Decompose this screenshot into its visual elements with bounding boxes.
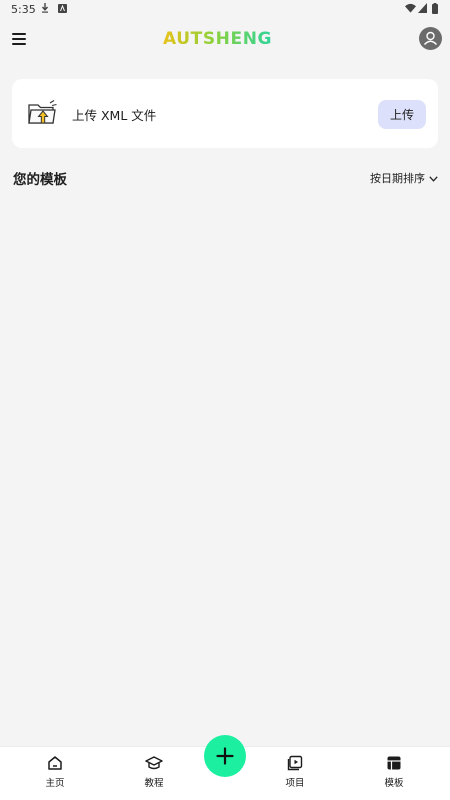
status-time: 5:35 <box>11 3 36 16</box>
nav-item-home[interactable]: 主页 <box>25 755 85 789</box>
folder-upload-icon <box>28 100 58 126</box>
nav-label-tutorials: 教程 <box>144 778 164 789</box>
wifi-icon <box>405 3 416 16</box>
template-icon <box>387 756 401 770</box>
add-new-button[interactable] <box>204 735 246 777</box>
signal-icon <box>418 3 427 16</box>
nav-item-templates[interactable]: 模板 <box>364 755 424 789</box>
upload-xml-card: 上传 XML 文件 上传 <box>12 79 438 148</box>
chevron-down-icon <box>429 172 438 185</box>
project-video-icon <box>287 755 303 771</box>
templates-list <box>0 196 450 736</box>
nav-label-home: 主页 <box>45 778 65 789</box>
screen: 5:35 AUTSHENG 上传 XML 文件 上传 您的模板 按日期排序 主页… <box>0 0 450 800</box>
battery-icon <box>432 3 438 17</box>
brand-logo: AUTSHENG <box>0 28 450 52</box>
graduation-cap-icon <box>145 756 163 770</box>
notification-icon <box>58 3 67 16</box>
account-avatar-icon[interactable] <box>419 27 442 50</box>
nav-label-templates: 模板 <box>384 778 404 789</box>
plus-icon <box>216 747 234 765</box>
brand-name: AUTSHENG <box>163 29 272 48</box>
app-bar: AUTSHENG <box>0 18 450 62</box>
sort-label: 按日期排序 <box>370 172 425 185</box>
nav-item-tutorials[interactable]: 教程 <box>124 755 184 789</box>
templates-section-title: 您的模板 <box>13 172 67 188</box>
home-icon <box>48 756 62 770</box>
nav-label-projects: 项目 <box>285 778 305 789</box>
status-bar: 5:35 <box>0 0 450 18</box>
upload-xml-label: 上传 XML 文件 <box>72 108 157 123</box>
upload-button[interactable]: 上传 <box>378 100 426 129</box>
nav-item-projects[interactable]: 项目 <box>265 755 325 789</box>
sort-by-date-dropdown[interactable]: 按日期排序 <box>370 170 438 186</box>
download-icon <box>41 3 49 16</box>
